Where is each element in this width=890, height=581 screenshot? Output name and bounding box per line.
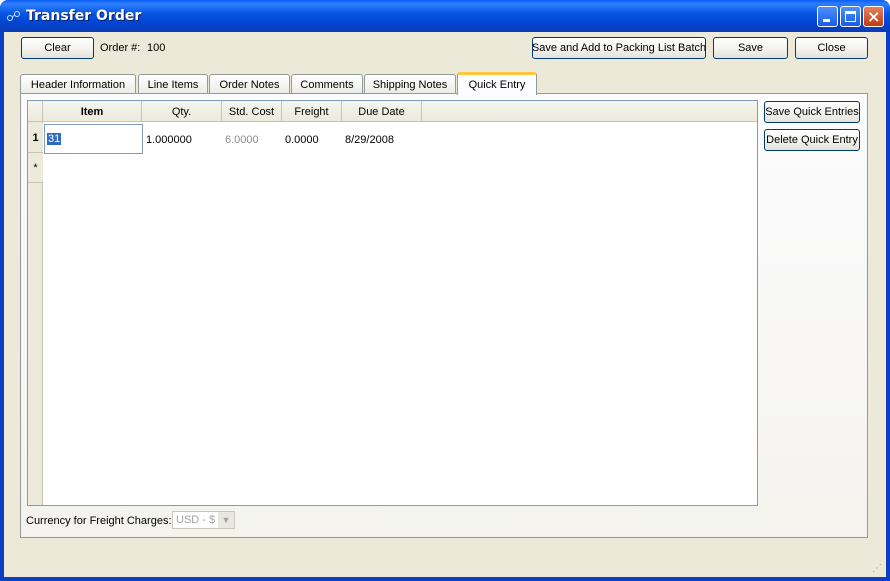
resize-grip-icon[interactable]: ⋰ <box>872 563 884 575</box>
currency-value: USD - $ <box>176 514 216 526</box>
corner-header <box>28 101 43 122</box>
std-cost-cell[interactable]: 6.0000 <box>225 125 259 155</box>
save-add-packing-batch-button[interactable]: Save and Add to Packing List Batch <box>532 37 706 59</box>
save-quick-entries-button[interactable]: Save Quick Entries <box>764 101 860 123</box>
new-row-marker[interactable]: * <box>28 153 43 183</box>
tab-quick-entry[interactable]: Quick Entry <box>457 72 537 95</box>
tab-line-items[interactable]: Line Items <box>138 74 208 94</box>
due-date-cell[interactable]: 8/29/2008 <box>345 125 394 155</box>
tab-order-notes[interactable]: Order Notes <box>209 74 290 94</box>
row-header-1[interactable]: 1 <box>28 123 43 153</box>
tab-shipping-notes[interactable]: Shipping Notes <box>364 74 456 94</box>
clear-button[interactable]: Clear <box>21 37 94 59</box>
close-icon: × <box>867 7 881 26</box>
close-window-button[interactable]: × <box>863 6 884 27</box>
close-button[interactable]: Close <box>795 37 868 59</box>
freight-cell[interactable]: 0.0000 <box>285 125 319 155</box>
maximize-button[interactable] <box>840 6 861 27</box>
grid-header: Item Qty. Std. Cost Freight Due Date <box>28 101 757 122</box>
column-header-item[interactable]: Item <box>43 101 142 122</box>
order-number-label: Order #: <box>100 42 141 54</box>
item-cell-value[interactable]: 31 <box>47 133 62 145</box>
save-button[interactable]: Save <box>713 37 788 59</box>
app-window: Transfer Order × Clear Order #: 100 Save… <box>0 0 890 581</box>
minimize-icon <box>823 19 830 22</box>
currency-select[interactable]: USD - $ ▼ <box>172 511 235 529</box>
quick-entry-grid[interactable]: Item Qty. Std. Cost Freight Due Date 1 *… <box>27 100 758 506</box>
window-client-area: Clear Order #: 100 Save and Add to Packi… <box>4 32 886 577</box>
column-header-freight[interactable]: Freight <box>282 101 342 122</box>
qty-cell[interactable]: 1.000000 <box>146 125 192 155</box>
tab-comments[interactable]: Comments <box>291 74 363 94</box>
item-cell-editor[interactable]: 31 <box>44 124 143 154</box>
column-header-qty[interactable]: Qty. <box>142 101 222 122</box>
column-header-due-date[interactable]: Due Date <box>342 101 422 122</box>
quick-entry-panel: Item Qty. Std. Cost Freight Due Date 1 *… <box>20 93 868 538</box>
title-bar[interactable]: Transfer Order × <box>0 0 890 32</box>
tab-header-information[interactable]: Header Information <box>20 74 136 94</box>
minimize-button[interactable] <box>817 6 838 27</box>
column-header-std-cost[interactable]: Std. Cost <box>222 101 282 122</box>
delete-quick-entry-button[interactable]: Delete Quick Entry <box>764 129 860 151</box>
app-icon <box>7 11 20 21</box>
window-title: Transfer Order <box>26 8 142 24</box>
chevron-down-icon[interactable]: ▼ <box>218 512 234 528</box>
currency-label: Currency for Freight Charges: <box>26 515 172 527</box>
maximize-icon <box>845 11 856 22</box>
order-number-value: 100 <box>147 42 166 54</box>
